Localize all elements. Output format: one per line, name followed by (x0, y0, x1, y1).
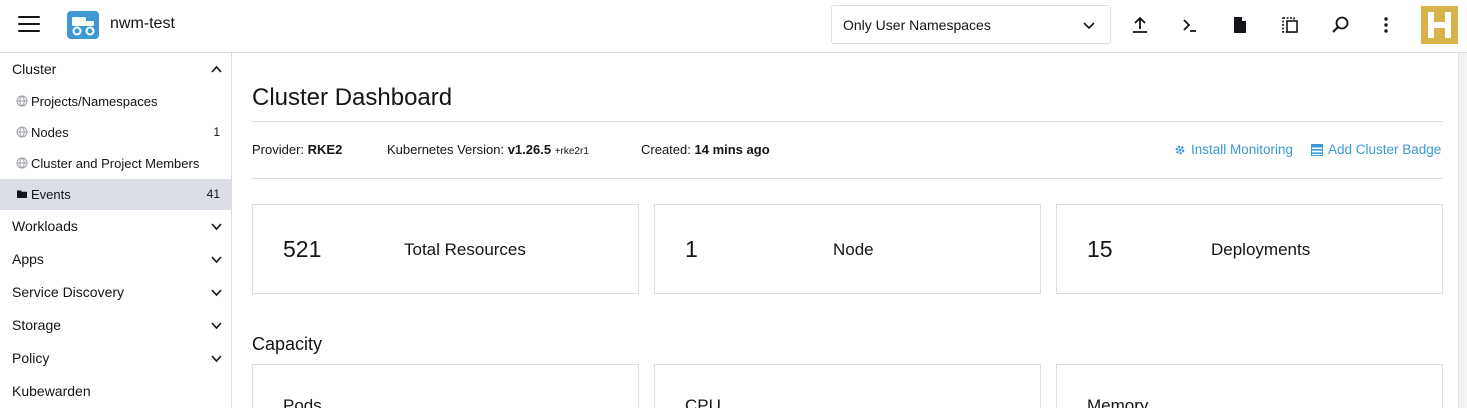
sidebar-item-cluster-project-members[interactable]: Cluster and Project Members (0, 148, 232, 179)
meta-divider (252, 178, 1443, 179)
chevron-down-icon (211, 289, 222, 297)
sidebar-group-workloads[interactable]: Workloads (0, 210, 232, 243)
gear-icon (1175, 145, 1185, 155)
capacity-card-cpu: CPU (654, 364, 1041, 408)
resource-card-total-resources[interactable]: 521 Total Resources (252, 204, 639, 294)
provider-info: Provider: RKE2 (252, 142, 342, 157)
copy-config-icon[interactable] (1279, 14, 1301, 36)
sidebar-item-label: Cluster and Project Members (31, 156, 200, 171)
provider-label: Provider: (252, 142, 305, 157)
cluster-logo-icon (67, 11, 99, 39)
page-title: Cluster Dashboard (252, 84, 453, 111)
sidebar-group-label: Workloads (12, 218, 78, 234)
created-info: Created: 14 mins ago (641, 142, 770, 157)
created-label: Created: (641, 142, 691, 157)
card-label: Node (833, 240, 874, 259)
sidebar-group-cluster[interactable]: Cluster (0, 53, 232, 86)
chevron-down-icon (211, 355, 222, 363)
capacity-card-label: Pods (283, 396, 322, 408)
chevron-down-icon (211, 322, 222, 330)
cluster-name: nwm-test (110, 15, 175, 32)
install-monitoring-label: Install Monitoring (1191, 142, 1294, 157)
card-value: 521 (283, 236, 322, 262)
top-header: nwm-test Only User Namespaces (0, 0, 1467, 53)
provider-value: RKE2 (307, 142, 343, 157)
capacity-card-label: Memory (1087, 396, 1149, 408)
card-value: 1 (685, 236, 698, 262)
sidebar-group-label: Kubewarden (12, 383, 91, 399)
k8s-value: v1.26.5 (507, 142, 552, 157)
upload-icon[interactable] (1129, 14, 1151, 36)
created-value: 14 mins ago (694, 142, 770, 157)
sidebar-group-label: Cluster (12, 61, 57, 77)
user-avatar[interactable] (1421, 6, 1458, 44)
sidebar-group-label: Apps (12, 251, 44, 267)
capacity-card-label: CPU (685, 396, 721, 408)
chevron-up-icon (211, 65, 222, 73)
k8s-label: Kubernetes Version: (387, 142, 505, 157)
chevron-down-icon (211, 223, 222, 231)
install-monitoring-link[interactable]: Install Monitoring (1174, 142, 1293, 157)
sidebar-group-service-discovery[interactable]: Service Discovery (0, 276, 232, 309)
namespace-filter-value: Only User Namespaces (843, 17, 991, 33)
sidebar-item-label: Nodes (31, 125, 69, 140)
sidebar-group-label: Storage (12, 317, 62, 333)
main-scrollbar[interactable] (1458, 53, 1467, 408)
sidebar-item-count: 1 (213, 125, 220, 139)
add-cluster-badge-link[interactable]: Add Cluster Badge (1311, 142, 1441, 157)
add-cluster-badge-label: Add Cluster Badge (1328, 142, 1442, 157)
capacity-card-memory: Memory (1056, 364, 1443, 408)
sidebar-item-projects-namespaces[interactable]: Projects/Namespaces (0, 86, 232, 117)
main-content: Cluster Dashboard Provider: RKE2 Kuberne… (232, 53, 1456, 408)
resource-card-node[interactable]: 1 Node (654, 204, 1041, 294)
sidebar-group-storage[interactable]: Storage (0, 309, 232, 342)
chevron-down-icon (1083, 22, 1095, 30)
globe-icon (16, 157, 28, 169)
card-label: Total Resources (404, 240, 526, 259)
namespace-filter-select[interactable]: Only User Namespaces (831, 5, 1111, 44)
search-icon[interactable] (1330, 14, 1352, 36)
title-divider (252, 121, 1443, 122)
file-icon[interactable] (1229, 14, 1251, 36)
globe-icon (16, 95, 28, 107)
sidebar: Cluster Projects/Namespaces Nodes 1 Clus… (0, 53, 232, 408)
shell-icon[interactable] (1179, 14, 1201, 36)
sidebar-group-policy[interactable]: Policy (0, 342, 232, 375)
resource-card-deployments[interactable]: 15 Deployments (1056, 204, 1443, 294)
more-vertical-icon[interactable] (1375, 14, 1397, 36)
sidebar-group-label: Service Discovery (12, 284, 125, 300)
sidebar-item-count: 41 (206, 187, 220, 201)
capacity-card-pods: Pods (252, 364, 639, 408)
kubernetes-version-info: Kubernetes Version: v1.26.5 +rke2r1 (387, 142, 589, 157)
k8s-suffix: +rke2r1 (554, 146, 589, 157)
menu-icon[interactable] (18, 16, 40, 34)
sidebar-group-kubewarden[interactable]: Kubewarden (0, 375, 232, 408)
sidebar-item-nodes[interactable]: Nodes 1 (0, 117, 232, 148)
card-value: 15 (1087, 236, 1113, 262)
sidebar-item-label: Events (31, 187, 71, 202)
capacity-section-title: Capacity (252, 334, 323, 354)
sidebar-group-label: Policy (12, 350, 50, 366)
folder-icon (17, 190, 27, 198)
list-icon (1311, 144, 1323, 156)
chevron-down-icon (211, 256, 222, 264)
globe-icon (16, 126, 28, 138)
sidebar-item-label: Projects/Namespaces (31, 94, 158, 109)
sidebar-item-events[interactable]: Events 41 (0, 179, 232, 210)
sidebar-group-apps[interactable]: Apps (0, 243, 232, 276)
card-label: Deployments (1211, 240, 1311, 259)
